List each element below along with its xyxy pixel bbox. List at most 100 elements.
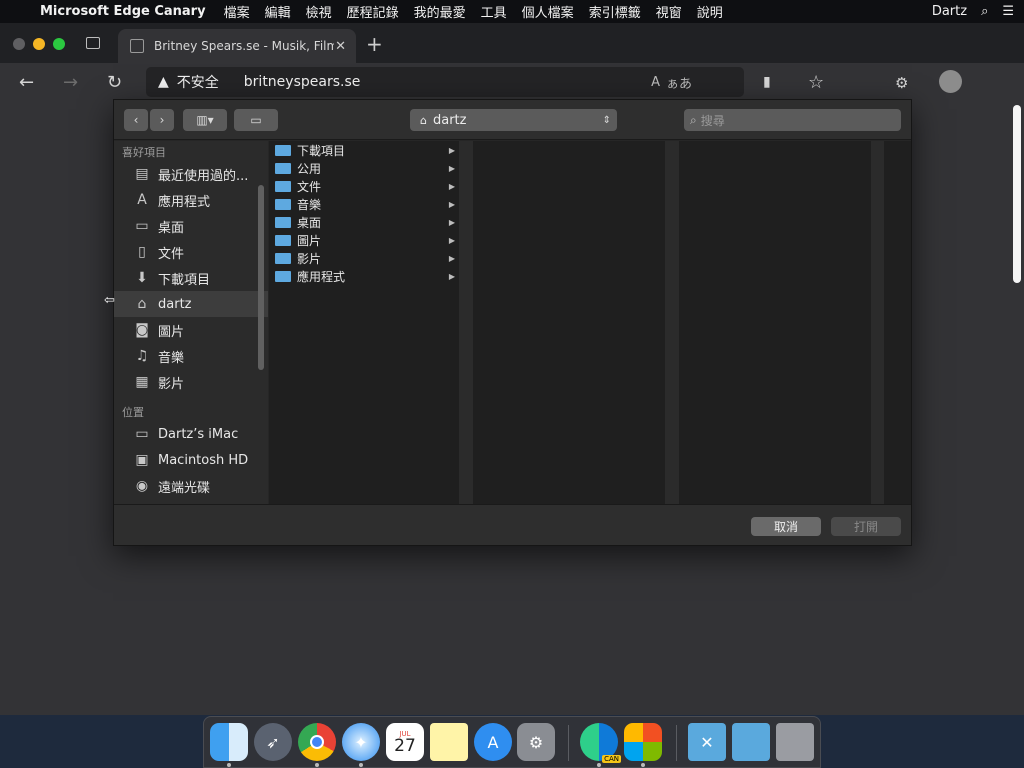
back-arrow-icon[interactable]: ← [19, 72, 34, 93]
applications-icon: A [137, 192, 147, 208]
menu-view[interactable]: 檢視 [306, 2, 332, 21]
page-scrollbar[interactable] [1013, 105, 1021, 283]
url-text[interactable]: britneyspears.se [244, 74, 361, 90]
dock-separator [676, 725, 677, 761]
folder-icon [275, 198, 291, 210]
translate-icon[interactable]: ぁあ [666, 73, 692, 92]
chrome-icon[interactable] [298, 723, 336, 761]
new-folder-button[interactable]: ▭ [234, 109, 278, 131]
calendar-day: 27 [394, 735, 416, 756]
favorites-star-icon[interactable]: ☆ [808, 72, 824, 93]
spotlight-search-icon[interactable]: ⌕ [981, 4, 988, 19]
sidebar-item-music[interactable]: ♫ 音樂 [114, 343, 268, 369]
sidebar-item-imac[interactable]: ▭ Dartz’s iMac [114, 421, 268, 447]
list-item[interactable]: 圖片 ▶ [269, 231, 459, 249]
sidebar-item-label: 文件 [158, 246, 185, 262]
list-item[interactable]: 下載項目 ▶ [269, 141, 459, 159]
menu-window[interactable]: 視窗 [656, 2, 682, 21]
sidebar-item-home[interactable]: ⌂ dartz [114, 291, 268, 317]
sidebar-item-documents[interactable]: ▯ 文件 [114, 239, 268, 265]
sidebar-item-applications[interactable]: A 應用程式 [114, 187, 268, 213]
trash-icon[interactable] [776, 723, 814, 761]
column-resize-handle[interactable] [665, 141, 679, 504]
forward-arrow-icon[interactable]: → [63, 72, 78, 93]
edge-canary-icon[interactable]: CAN [580, 723, 621, 763]
nav-back-button[interactable]: ‹ [124, 109, 148, 131]
extensions-icon[interactable]: ⚙ [895, 74, 908, 92]
running-indicator [597, 763, 601, 767]
notes-icon[interactable] [430, 723, 468, 761]
sidebar-item-label: 遠端光碟 [158, 480, 211, 496]
list-item[interactable]: 公用 ▶ [269, 159, 459, 177]
tab-actions-icon[interactable] [86, 37, 100, 49]
canary-badge: CAN [602, 755, 621, 763]
window-minimize-button[interactable] [33, 38, 45, 50]
microsoft-autoupdate-icon[interactable] [624, 723, 662, 761]
menu-favorites[interactable]: 我的最愛 [414, 2, 466, 21]
view-mode-button[interactable]: ▥▾ [183, 109, 227, 131]
menu-profiles[interactable]: 個人檔案 [522, 2, 574, 21]
sidebar-item-pictures[interactable]: ◙ 圖片 [114, 317, 268, 343]
list-item[interactable]: 文件 ▶ [269, 177, 459, 195]
user-name[interactable]: Dartz [932, 4, 967, 19]
sidebar-toggle-icon[interactable]: ▮ [763, 74, 771, 90]
browser-column-2 [473, 141, 665, 504]
home-icon: ⌂ [420, 113, 427, 127]
search-field[interactable]: ⌕ 搜尋 [684, 109, 901, 131]
column-resize-handle[interactable] [871, 141, 885, 504]
system-preferences-icon[interactable]: ⚙ [517, 723, 555, 761]
sidebar-item-desktop[interactable]: ▭ 桌面 [114, 213, 268, 239]
reload-icon[interactable]: ↻ [107, 72, 122, 93]
menu-history[interactable]: 歷程記錄 [347, 2, 399, 21]
launchpad-icon[interactable]: ➶ [254, 723, 292, 761]
window-maximize-button[interactable] [53, 38, 65, 50]
folder-stack-icon[interactable] [732, 723, 770, 761]
downloads-stack-icon[interactable]: ✕ [688, 723, 726, 761]
safari-icon[interactable]: ✦ [342, 723, 380, 761]
sidebar-item-recents[interactable]: ▤ 最近使用過的... [114, 161, 268, 187]
list-item[interactable]: 音樂 ▶ [269, 195, 459, 213]
sidebar-item-downloads[interactable]: ⬇ 下載項目 [114, 265, 268, 291]
warning-icon[interactable]: ▲ [158, 74, 169, 90]
finder-icon[interactable] [210, 723, 248, 761]
search-placeholder: 搜尋 [700, 113, 725, 128]
window-close-button[interactable] [13, 38, 25, 50]
list-item[interactable]: 桌面 ▶ [269, 213, 459, 231]
browser-column-1: 下載項目 ▶ 公用 ▶ 文件 ▶ 音樂 ▶ 桌面 ▶ 圖片 ▶ 影片 ▶ 應用程式 ▶ [269, 141, 459, 504]
new-tab-button[interactable]: + [366, 32, 383, 56]
sidebar-item-label: 下載項目 [158, 272, 211, 288]
profile-avatar[interactable] [939, 70, 962, 93]
column-resize-handle[interactable] [459, 141, 473, 504]
control-center-icon[interactable]: ☰ [1002, 4, 1014, 19]
path-popup[interactable]: ⌂ dartz ⇕ [410, 109, 617, 131]
app-menu[interactable]: Microsoft Edge Canary [40, 4, 206, 19]
sidebar-item-label: dartz [158, 296, 192, 312]
menu-tools[interactable]: 工具 [481, 2, 507, 21]
open-button[interactable]: 打開 [831, 517, 901, 536]
tab-britneyspears[interactable]: Britney Spears.se - Musik, Film ✕ [118, 29, 356, 63]
disclosure-arrow-icon: ▶ [448, 235, 455, 245]
read-aloud-icon[interactable]: A [651, 75, 660, 90]
hard-drive-icon: ▣ [135, 452, 149, 468]
list-item[interactable]: 影片 ▶ [269, 249, 459, 267]
calendar-icon[interactable]: JUL 27 [386, 723, 424, 761]
sidebar-scrollbar[interactable] [258, 185, 264, 370]
menu-help[interactable]: 說明 [697, 2, 723, 21]
disclosure-arrow-icon: ▶ [448, 181, 455, 191]
list-item[interactable]: 應用程式 ▶ [269, 267, 459, 285]
sidebar-item-movies[interactable]: ▦ 影片 [114, 369, 268, 395]
menu-tabs[interactable]: 索引標籤 [589, 2, 641, 21]
cancel-button[interactable]: 取消 [751, 517, 821, 536]
insecure-label[interactable]: 不安全 [177, 72, 219, 92]
menu-edit[interactable]: 編輯 [265, 2, 291, 21]
sidebar-item-label: 最近使用過的... [158, 168, 249, 184]
dialog-sidebar: 喜好項目 ▤ 最近使用過的... A 應用程式 ▭ 桌面 ▯ 文件 ⬇ 下載項目 ⌂ dar… [114, 141, 268, 504]
menu-file[interactable]: 檔案 [224, 2, 250, 21]
sidebar-item-macintosh-hd[interactable]: ▣ Macintosh HD [114, 447, 268, 473]
address-bar[interactable]: ▲ 不安全 britneyspears.se A ぁあ [146, 67, 744, 97]
nav-forward-button[interactable]: › [150, 109, 174, 131]
sidebar-item-remote-disc[interactable]: ◉ 遠端光碟 [114, 473, 268, 499]
app-store-icon[interactable]: A [474, 723, 512, 761]
tab-close-icon[interactable]: ✕ [335, 39, 346, 54]
disclosure-arrow-icon: ▶ [448, 145, 455, 155]
